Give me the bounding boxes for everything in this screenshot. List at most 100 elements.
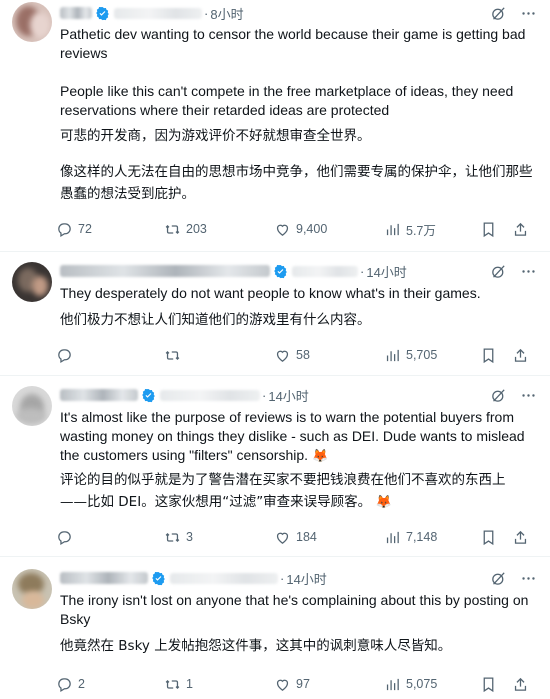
action-bar: 2 1 97 5,075: [56, 673, 538, 695]
author-name[interactable]: [60, 265, 270, 277]
repost-button[interactable]: 3: [164, 529, 274, 546]
grok-icon[interactable]: [488, 568, 508, 588]
post-header: · 14小时: [60, 568, 538, 588]
post-text-english: The irony isn't lost on anyone that he's…: [60, 592, 529, 627]
share-icon: [514, 348, 527, 362]
avatar[interactable]: [12, 2, 52, 42]
author-name[interactable]: [60, 7, 92, 19]
verified-badge-icon: [152, 571, 165, 585]
post-body: They desperately do not want people to k…: [60, 284, 536, 331]
share-icon: [514, 222, 527, 236]
like-button[interactable]: 184: [274, 529, 384, 546]
repost-icon: [165, 679, 180, 689]
separator-dot: ·: [204, 5, 209, 21]
heart-icon: [276, 224, 289, 236]
heart-icon: [276, 679, 289, 691]
views-button[interactable]: 5,075: [384, 676, 480, 693]
like-button[interactable]: 97: [274, 676, 384, 693]
share-button[interactable]: [512, 347, 529, 364]
repost-button[interactable]: 203: [164, 221, 274, 238]
fox-emoji-icon: 🦊: [311, 448, 329, 463]
post-header: · 8小时: [60, 3, 538, 23]
share-icon: [514, 530, 527, 544]
reply-feed: · 8小时 Pathetic dev wanting to censor the…: [0, 0, 550, 699]
separator-dot: ·: [280, 570, 285, 586]
post-header: · 14小时: [60, 385, 538, 405]
views-button[interactable]: 5,705: [384, 347, 480, 364]
grok-icon[interactable]: [488, 261, 508, 281]
post-text-english: People like this can't compete in the fr…: [60, 83, 514, 118]
more-options-icon[interactable]: [518, 3, 538, 23]
author-name[interactable]: [60, 389, 138, 401]
post-body: It's almost like the purpose of reviews …: [60, 408, 536, 514]
grok-icon[interactable]: [488, 385, 508, 405]
share-button[interactable]: [512, 221, 529, 238]
bookmark-icon: [483, 347, 494, 363]
views-chart-icon: [386, 223, 399, 235]
avatar[interactable]: [12, 569, 52, 609]
reply-button[interactable]: [56, 529, 164, 546]
bookmark-icon: [483, 676, 494, 692]
separator-dot: ·: [262, 387, 267, 403]
post-body: Pathetic dev wanting to censor the world…: [60, 25, 536, 205]
reply-post[interactable]: · 14小时 The irony isn't lost on anyone th…: [0, 557, 550, 699]
action-bar: 3 184 7,148: [56, 526, 538, 548]
share-button[interactable]: [512, 529, 529, 546]
post-text-translation: ——比如 DEI。这家伙想用“过滤”审查来误导顾客。 🦊: [60, 494, 392, 510]
verified-badge-icon: [274, 264, 287, 278]
like-button[interactable]: 58: [274, 347, 384, 364]
post-text-english: Pathetic dev wanting to censor the world…: [60, 26, 526, 61]
reply-post[interactable]: · 14小时 It's almost like the purpose of r…: [0, 376, 550, 557]
share-icon: [514, 677, 527, 691]
repost-icon: [165, 532, 180, 542]
author-name[interactable]: [60, 572, 148, 584]
post-header: · 14小时: [60, 261, 538, 281]
author-handle[interactable]: [292, 265, 358, 277]
repost-icon: [165, 224, 180, 234]
heart-icon: [276, 532, 289, 544]
reply-icon: [58, 348, 71, 363]
reply-button[interactable]: 72: [56, 221, 164, 238]
author-handle[interactable]: [170, 572, 278, 584]
more-options-icon[interactable]: [518, 568, 538, 588]
verified-badge-icon: [142, 388, 155, 402]
post-time[interactable]: 14小时: [286, 569, 326, 588]
bookmark-button[interactable]: [480, 347, 512, 364]
post-text-english: They desperately do not want people to k…: [60, 285, 481, 301]
action-bar: 58 5,705: [56, 344, 538, 366]
more-options-icon[interactable]: [518, 385, 538, 405]
avatar[interactable]: [12, 262, 52, 302]
reply-icon: [58, 530, 71, 545]
views-button[interactable]: 5.7万: [384, 220, 480, 239]
share-button[interactable]: [512, 676, 529, 693]
bookmark-icon: [483, 221, 494, 237]
reply-button[interactable]: [56, 347, 164, 364]
verified-badge-icon: [96, 6, 109, 20]
separator-dot: ·: [360, 263, 365, 279]
bookmark-button[interactable]: [480, 529, 512, 546]
bookmark-button[interactable]: [480, 676, 512, 693]
post-time[interactable]: 14小时: [366, 262, 406, 281]
grok-icon[interactable]: [488, 3, 508, 23]
post-text-english: It's almost like the purpose of reviews …: [60, 409, 525, 463]
reply-post[interactable]: · 14小时 They desperately do not want peop…: [0, 252, 550, 376]
author-handle[interactable]: [114, 7, 202, 19]
action-bar: 72 203 9,400 5.7万: [56, 218, 538, 240]
reply-icon: [58, 222, 71, 237]
reply-button[interactable]: 2: [56, 676, 164, 693]
bookmark-button[interactable]: [480, 221, 512, 238]
post-time[interactable]: 8小时: [210, 4, 243, 23]
reply-post[interactable]: · 8小时 Pathetic dev wanting to censor the…: [0, 0, 550, 252]
post-time[interactable]: 14小时: [268, 386, 308, 405]
author-handle[interactable]: [160, 389, 260, 401]
like-button[interactable]: 9,400: [274, 221, 384, 238]
avatar[interactable]: [12, 386, 52, 426]
views-button[interactable]: 7,148: [384, 529, 480, 546]
post-text-translation: 评论的目的似乎就是为了警告潜在买家不要把钱浪费在他们不喜欢的东西上: [60, 472, 506, 488]
post-text-translation: 像这样的人无法在自由的思想市场中竞争，他们需要专属的保护伞，让他们那些愚蠢的想法…: [60, 164, 533, 202]
reply-icon: [58, 677, 71, 692]
repost-button[interactable]: [164, 347, 274, 364]
repost-button[interactable]: 1: [164, 676, 274, 693]
views-chart-icon: [386, 678, 399, 690]
more-options-icon[interactable]: [518, 261, 538, 281]
